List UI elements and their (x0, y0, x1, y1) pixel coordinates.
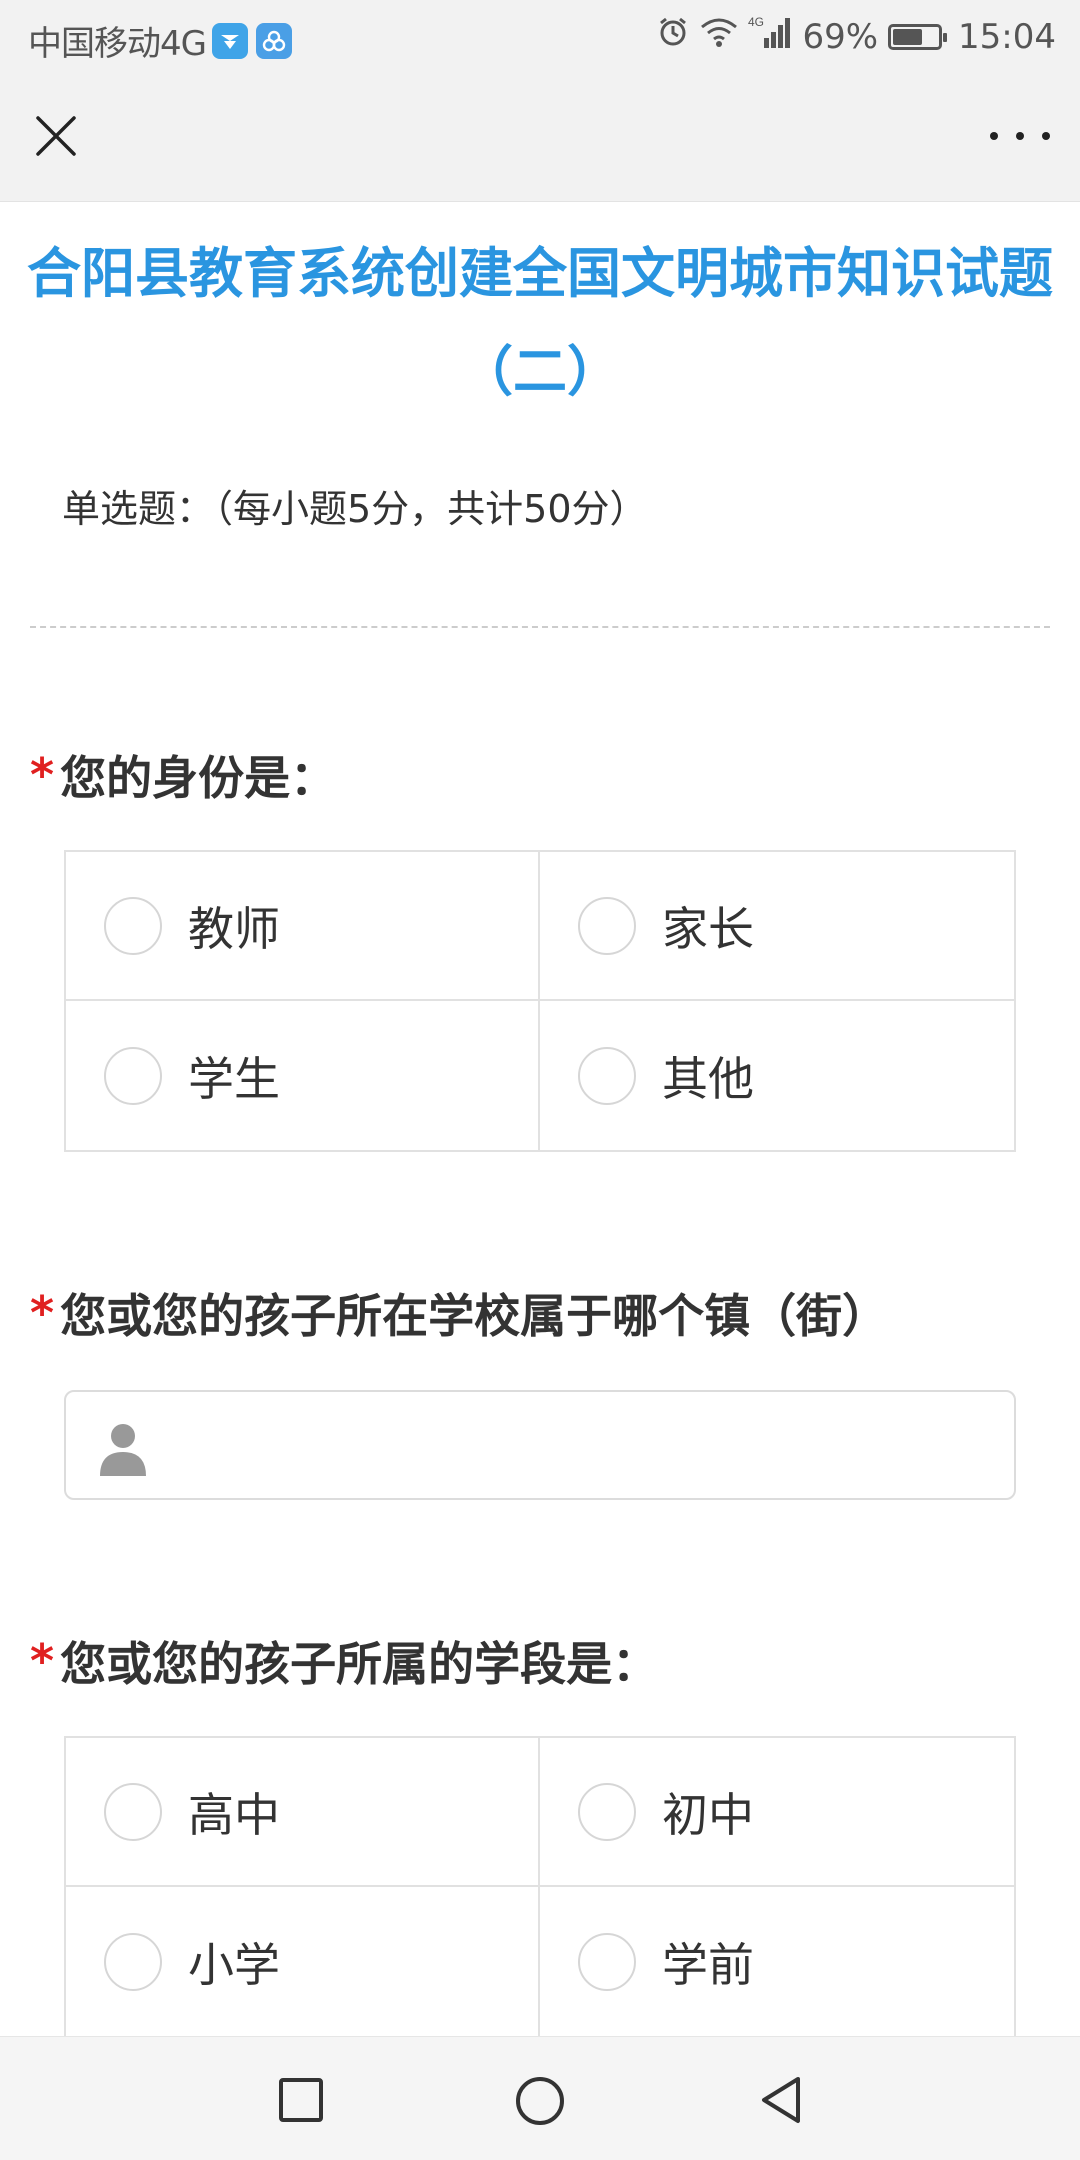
option-label: 教师 (188, 901, 280, 956)
radio-button[interactable] (578, 1932, 636, 1991)
battery-percent: 69% (802, 16, 879, 57)
close-icon[interactable] (30, 110, 82, 162)
section-description: 单选题：（每小题5分，共计50分） (62, 487, 648, 531)
question-text: 您的身份是： (60, 751, 337, 805)
option-label: 高中 (188, 1787, 280, 1842)
radio-button[interactable] (104, 1046, 162, 1105)
battery-icon (888, 23, 948, 50)
option-parent[interactable]: 家长 (540, 852, 1014, 1001)
option-label: 家长 (662, 901, 754, 956)
battery-fill (893, 28, 923, 45)
recent-apps-icon[interactable] (276, 2075, 326, 2125)
option-label: 初中 (662, 1787, 754, 1842)
status-left: 中国移动4G (28, 16, 292, 65)
option-preschool[interactable]: 学前 (540, 1887, 1014, 2036)
radio-button[interactable] (104, 1932, 162, 1991)
app-badge-icon (211, 22, 248, 59)
option-student[interactable]: 学生 (66, 1001, 540, 1150)
more-dot (1042, 132, 1050, 140)
question-1-title: * 您的身份是： (30, 742, 336, 808)
radio-button[interactable] (578, 896, 636, 955)
radio-button[interactable] (104, 896, 162, 955)
required-mark: * (30, 1634, 55, 1688)
question-3-title: * 您或您的孩子所属的学段是： (30, 1628, 658, 1694)
option-other[interactable]: 其他 (540, 1001, 1014, 1150)
app-badge-icon (255, 22, 292, 59)
option-high-school[interactable]: 高中 (66, 1738, 540, 1887)
question-1-options: 教师 家长 学生 其他 (64, 850, 1016, 1152)
carrier-name: 中国移动4G (28, 24, 207, 64)
radio-button[interactable] (104, 1782, 162, 1841)
town-input[interactable] (64, 1390, 1016, 1500)
required-mark: * (30, 748, 55, 802)
signal-label: 4G (748, 15, 764, 29)
option-label: 学生 (188, 1051, 280, 1106)
dashed-divider (30, 626, 1050, 628)
question-3-options: 高中 初中 小学 学前 (64, 1736, 1016, 2038)
page-title: 合阳县教育系统创建全国文明城市知识试题（二） (27, 242, 1053, 403)
more-dot (1016, 132, 1024, 140)
title-bar (0, 72, 1080, 202)
navigation-bar (0, 2036, 1080, 2160)
clock: 15:04 (958, 16, 1056, 57)
wifi-icon (700, 16, 738, 57)
back-icon[interactable] (756, 2075, 806, 2125)
option-label: 小学 (188, 1937, 280, 1992)
required-mark: * (30, 1286, 55, 1340)
option-label: 其他 (662, 1051, 754, 1106)
radio-button[interactable] (578, 1782, 636, 1841)
option-teacher[interactable]: 教师 (66, 852, 540, 1001)
question-2-title: * 您或您的孩子所在学校属于哪个镇（街） (30, 1280, 888, 1346)
more-dot (990, 132, 998, 140)
signal-icon: 4G (748, 14, 792, 59)
option-middle-school[interactable]: 初中 (540, 1738, 1014, 1887)
question-text: 您或您的孩子所属的学段是： (60, 1637, 659, 1691)
home-icon[interactable] (514, 2075, 566, 2127)
radio-button[interactable] (578, 1046, 636, 1105)
option-label: 学前 (662, 1937, 754, 1992)
person-icon (96, 1420, 150, 1476)
alarm-icon (656, 15, 690, 58)
more-icon[interactable] (990, 116, 1050, 156)
status-bar: 中国移动4G 4G 69% 15:04 (0, 0, 1080, 72)
question-text: 您或您的孩子所在学校属于哪个镇（街） (60, 1289, 889, 1343)
status-right: 4G 69% 15:04 (656, 14, 1056, 59)
option-primary-school[interactable]: 小学 (66, 1887, 540, 2036)
